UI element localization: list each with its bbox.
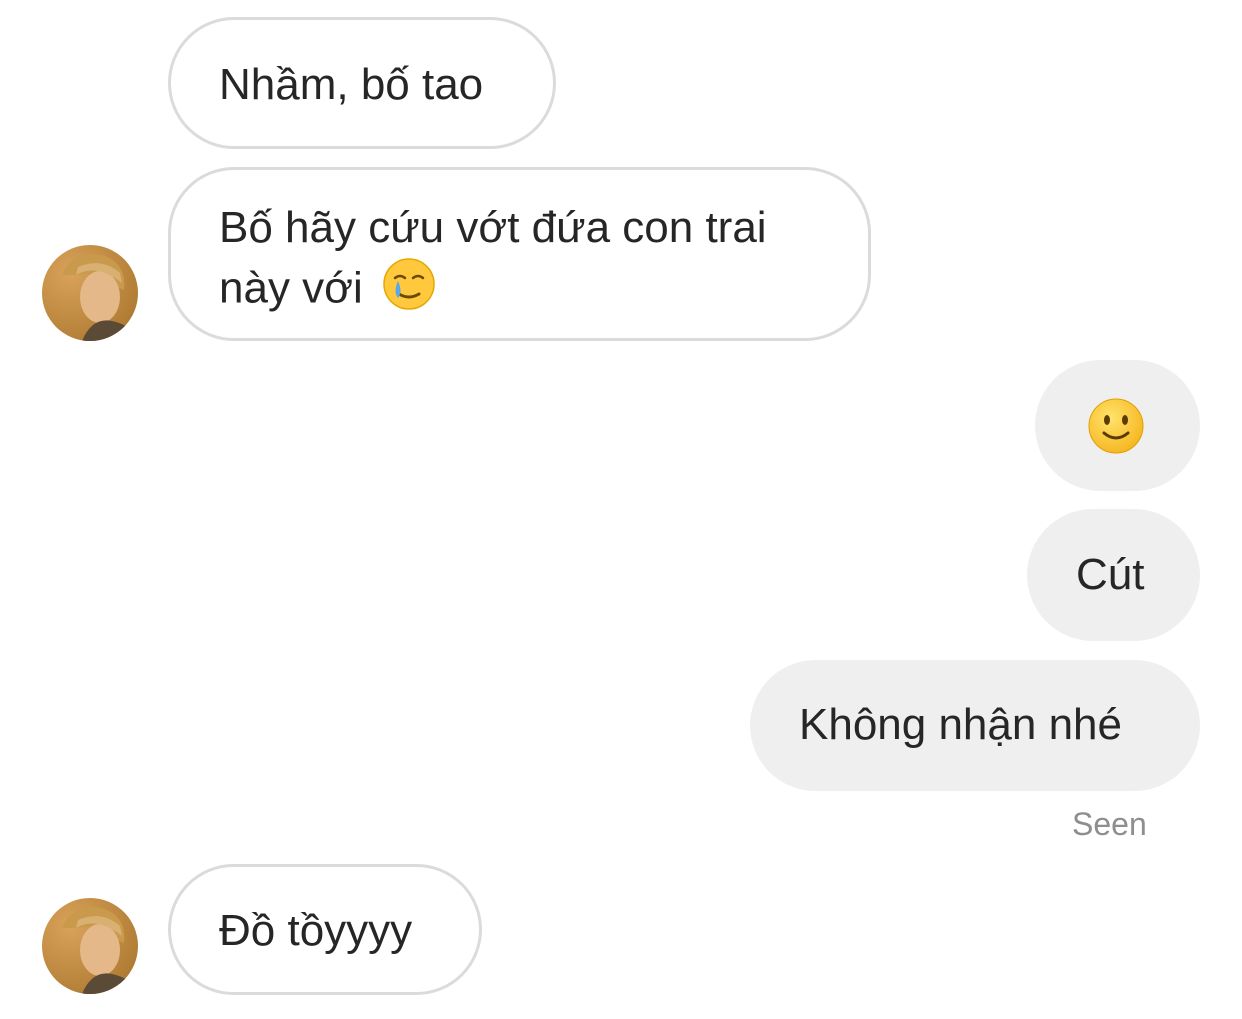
slightly-smiling-face-icon bbox=[1087, 397, 1145, 469]
message-text: này với bbox=[219, 263, 363, 313]
message-bubble-incoming[interactable]: Bố hãy cứu vớt đứa con trai này với bbox=[168, 167, 871, 341]
message-text-line: Bố hãy cứu vớt đứa con trai bbox=[219, 203, 767, 252]
message-text: Không nhận nhé bbox=[799, 700, 1122, 749]
seen-status: Seen bbox=[1072, 806, 1147, 842]
message-bubble-incoming[interactable]: Đồ tồyyyy bbox=[168, 864, 482, 995]
face-holding-back-tears-icon bbox=[381, 256, 437, 326]
profile-photo bbox=[42, 898, 138, 994]
message-text-line: này với bbox=[219, 256, 868, 326]
message-text: Đồ tồyyyy bbox=[219, 906, 413, 955]
profile-photo bbox=[42, 245, 138, 341]
message-bubble-outgoing[interactable] bbox=[1035, 360, 1200, 491]
message-text: Cút bbox=[1076, 550, 1145, 599]
message-bubble-outgoing[interactable]: Không nhận nhé bbox=[750, 660, 1200, 791]
message-bubble-outgoing[interactable]: Cút bbox=[1027, 509, 1200, 641]
message-bubble-incoming[interactable]: Nhầm, bố tao bbox=[168, 17, 556, 149]
message-text: Nhầm, bố tao bbox=[219, 60, 484, 109]
avatar[interactable] bbox=[42, 898, 138, 994]
avatar[interactable] bbox=[42, 245, 138, 341]
